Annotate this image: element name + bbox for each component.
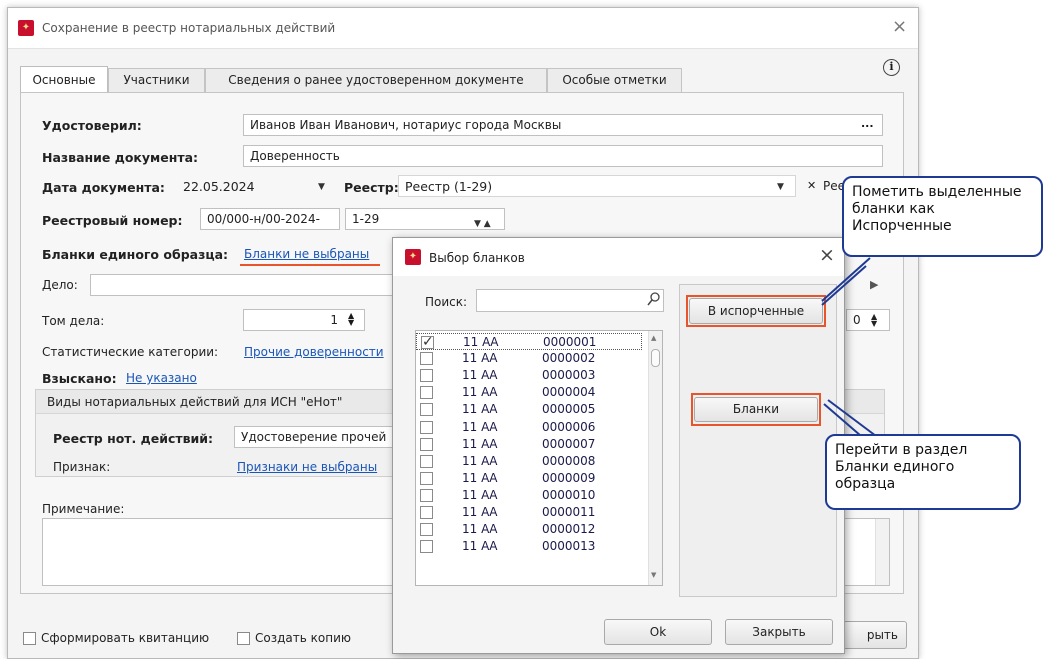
callout-arrows [821,257,877,443]
callout-mark-spoiled: Пометить выделенные бланки как Испорченн… [842,176,1043,257]
callout-go-blanks: Перейти в раздел Бланки единого образца [825,434,1021,510]
